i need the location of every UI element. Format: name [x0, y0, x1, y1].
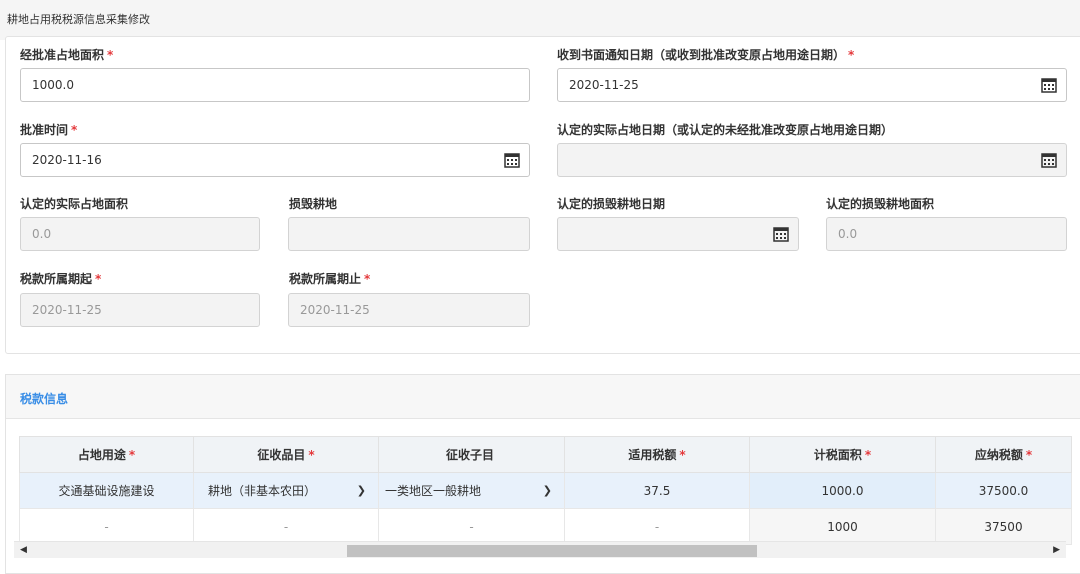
period-end-label: 税款所属期止 * — [289, 272, 371, 286]
chevron-down-icon[interactable]: ❯ — [543, 484, 552, 497]
source-info-panel: 经批准占地面积 * 1000.0 收到书面通知日期（或收到批准改变原占地用途日期）… — [5, 36, 1080, 354]
damaged-date-label: 认定的损毁耕地日期 — [557, 197, 666, 211]
table-row[interactable]: 交通基础设施建设 耕地（非基本农田） ❯ 一类地区一般耕地 ❯ 37.5 1000.… — [19, 472, 1072, 509]
actual-area-label: 认定的实际占地面积 — [20, 197, 129, 211]
page-title: 耕地占用税税源信息采集修改 — [7, 13, 150, 26]
col-header-item: 征收品目 * — [193, 436, 379, 473]
table-total-row: - - - - 1000 37500 — [19, 508, 1072, 545]
cell-area[interactable]: 1000.0 — [749, 472, 936, 509]
tax-table: 占地用途 * 征收品目 * 征收子目 适用税额 * 计税面积 * 应纳税额 * 交通基础设… — [19, 436, 1072, 545]
cell-rate: - — [564, 508, 750, 545]
approval-time-input[interactable]: 2020-11-16 — [20, 143, 530, 177]
approved-area-label: 经批准占地面积 * — [20, 48, 114, 62]
scrollbar-thumb[interactable] — [347, 545, 757, 557]
approval-time-label: 批准时间 * — [20, 123, 78, 137]
calendar-icon[interactable] — [773, 226, 789, 242]
col-header-area: 计税面积 * — [749, 436, 936, 473]
actual-occupy-date-input[interactable] — [557, 143, 1067, 177]
subitem-select[interactable]: 一类地区一般耕地 ❯ — [378, 472, 565, 509]
horizontal-scrollbar[interactable]: ◀ ▶ — [14, 541, 1066, 558]
actual-occupy-date-label: 认定的实际占地日期（或认定的未经批准改变原占地用途日期） — [557, 123, 894, 137]
tax-info-title: 税款信息 — [20, 392, 69, 406]
damaged-area-input[interactable]: 0.0 — [826, 217, 1067, 251]
col-header-tax: 应纳税额 * — [935, 436, 1072, 473]
notice-date-label: 收到书面通知日期（或收到批准改变原占地用途日期） * — [557, 48, 855, 62]
notice-date-input[interactable]: 2020-11-25 — [557, 68, 1067, 102]
chevron-down-icon[interactable]: ❯ — [357, 484, 366, 497]
actual-area-input[interactable]: 0.0 — [20, 217, 260, 251]
page-header: 耕地占用税税源信息采集修改 — [0, 0, 1080, 40]
period-end-input[interactable]: 2020-11-25 — [288, 293, 530, 327]
col-header-purpose: 占地用途 * — [19, 436, 194, 473]
cell-subitem: - — [378, 508, 565, 545]
cell-area-total: 1000 — [749, 508, 936, 545]
calendar-icon[interactable] — [504, 152, 520, 168]
period-start-input[interactable]: 2020-11-25 — [20, 293, 260, 327]
scroll-left-icon[interactable]: ◀ — [20, 545, 27, 555]
cell-purpose: - — [19, 508, 194, 545]
cell-rate: 37.5 — [564, 472, 750, 509]
period-start-label: 税款所属期起 * — [20, 272, 102, 286]
damaged-area-label: 认定的损毁耕地面积 — [826, 197, 935, 211]
damaged-land-label: 损毁耕地 — [289, 197, 338, 211]
cell-purpose: 交通基础设施建设 — [19, 472, 194, 509]
damaged-land-input[interactable] — [288, 217, 530, 251]
scroll-right-icon[interactable]: ▶ — [1053, 545, 1060, 555]
calendar-icon[interactable] — [1041, 77, 1057, 93]
item-select[interactable]: 耕地（非基本农田） ❯ — [193, 472, 379, 509]
cell-tax: 37500.0 — [935, 472, 1072, 509]
tax-info-header: 税款信息 — [6, 375, 1080, 419]
cell-item: - — [193, 508, 379, 545]
damaged-date-input[interactable] — [557, 217, 799, 251]
calendar-icon[interactable] — [1041, 152, 1057, 168]
approved-area-input[interactable]: 1000.0 — [20, 68, 530, 102]
table-header-row: 占地用途 * 征收品目 * 征收子目 适用税额 * 计税面积 * 应纳税额 * — [19, 436, 1072, 473]
col-header-rate: 适用税额 * — [564, 436, 750, 473]
cell-tax-total: 37500 — [935, 508, 1072, 545]
col-header-subitem: 征收子目 — [378, 436, 565, 473]
